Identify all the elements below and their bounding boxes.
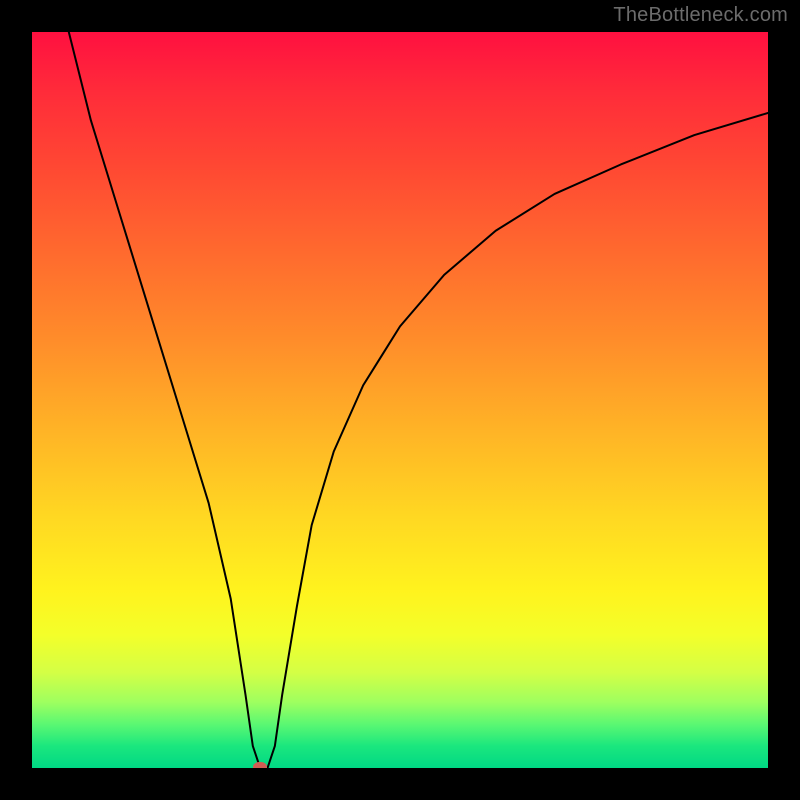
minimum-marker [253,762,267,768]
plot-area [32,32,768,768]
watermark-text: TheBottleneck.com [613,4,788,27]
curve-svg [32,32,768,768]
chart-frame: TheBottleneck.com [0,0,800,800]
bottleneck-curve-path [69,32,768,768]
